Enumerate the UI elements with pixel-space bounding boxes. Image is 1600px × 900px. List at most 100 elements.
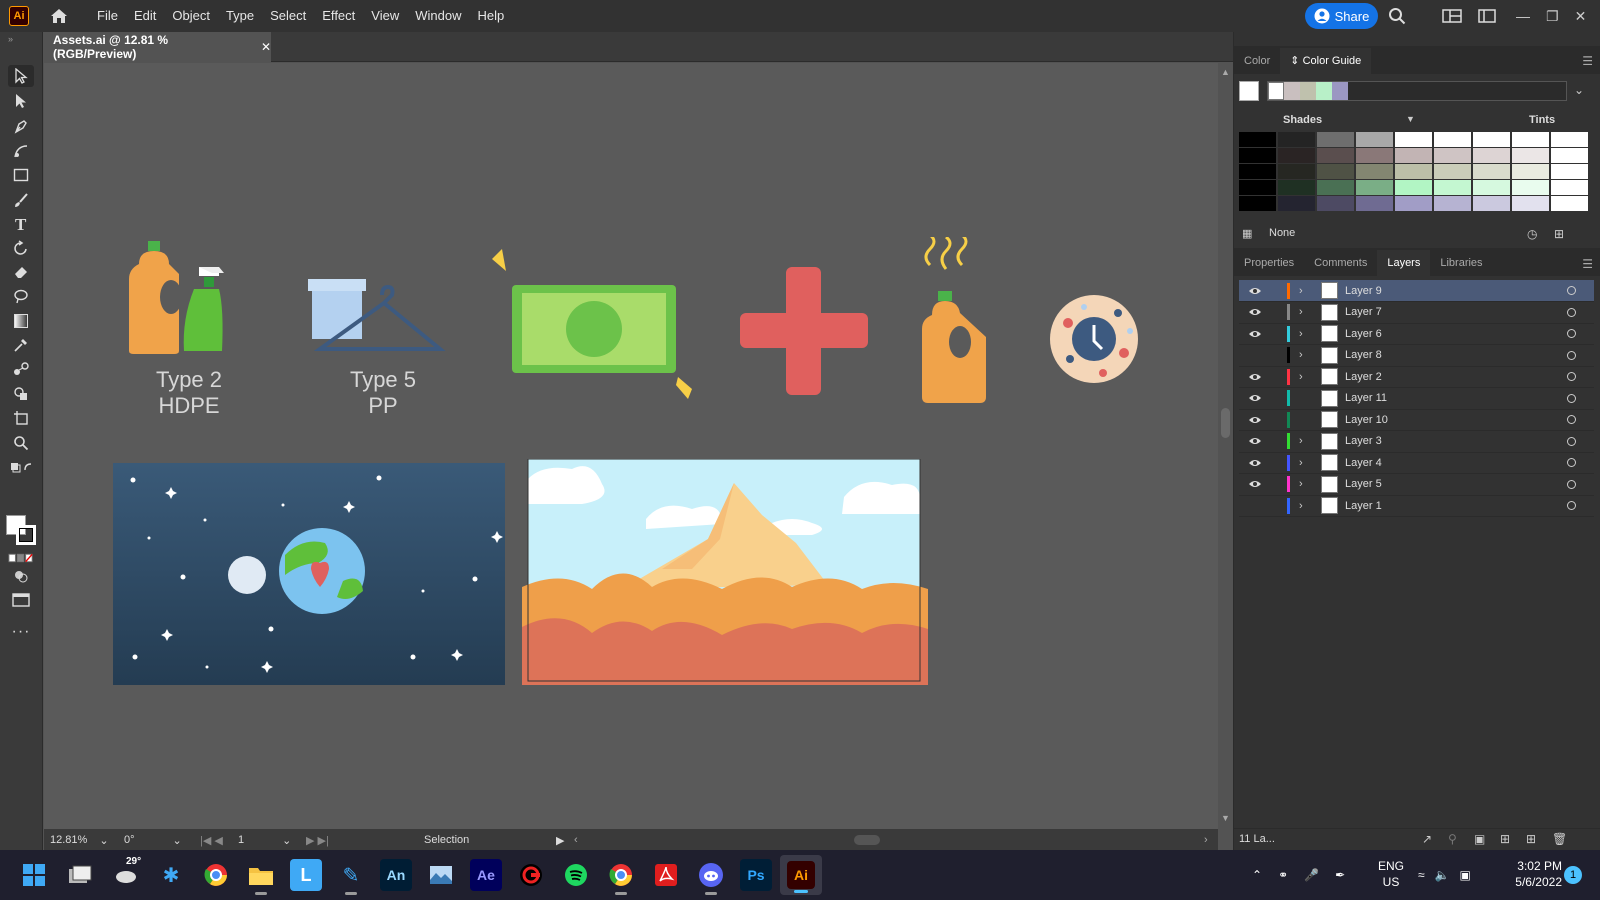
horizontal-scroll-thumb[interactable] [854, 835, 880, 845]
color-guide-swatch[interactable] [1395, 132, 1432, 147]
scroll-thumb[interactable] [1221, 408, 1230, 438]
expand-chevron-icon[interactable]: › [1299, 500, 1303, 512]
rectangle-tool-icon[interactable] [8, 164, 34, 186]
color-guide-swatch[interactable] [1395, 164, 1432, 179]
color-guide-swatch[interactable] [1317, 196, 1354, 211]
color-guide-swatch[interactable] [1317, 180, 1354, 195]
status-icons[interactable]: ≈ 🔈 ▣ [1418, 850, 1471, 900]
eraser-tool-icon[interactable] [8, 261, 34, 283]
color-guide-swatch[interactable] [1434, 196, 1471, 211]
harmony-swatch[interactable] [1332, 82, 1348, 100]
layer-row[interactable]: › Layer 5 [1239, 474, 1594, 496]
harmony-rule-bar[interactable] [1267, 81, 1567, 101]
layer-row[interactable]: Layer 10 [1239, 409, 1594, 431]
color-guide-swatch[interactable] [1551, 180, 1588, 195]
chevron-down-icon[interactable]: ⌄ [99, 834, 108, 847]
container-hanger-artwork[interactable] [308, 279, 458, 359]
status-menu-icon[interactable]: ▶ [556, 832, 564, 848]
headset-icon[interactable]: ⚭ [1278, 868, 1288, 882]
save-swatches-icon[interactable]: ⊞ [1554, 227, 1564, 241]
rotation-field[interactable]: 0° ⌄ [124, 832, 192, 848]
pen-tool-icon[interactable] [8, 115, 34, 137]
layer-row[interactable]: › Layer 1 [1239, 495, 1594, 517]
layer-row[interactable]: › Layer 9 [1239, 280, 1594, 302]
visibility-eye-icon[interactable] [1248, 372, 1262, 382]
color-guide-swatch[interactable] [1473, 148, 1510, 163]
scroll-up-icon[interactable]: ▲ [1221, 67, 1230, 77]
arrange-documents-icon[interactable] [1442, 0, 1462, 32]
vertical-scrollbar[interactable]: ▲ ▼ [1218, 63, 1232, 829]
color-guide-swatch[interactable] [1239, 164, 1276, 179]
harmony-swatch[interactable] [1284, 82, 1300, 100]
color-guide-swatch[interactable] [1395, 148, 1432, 163]
tab-color-guide[interactable]: ⇕ Color Guide [1280, 48, 1372, 74]
chevron-down-icon[interactable]: ⌄ [282, 834, 291, 847]
start-icon[interactable] [18, 859, 50, 891]
color-guide-swatch[interactable] [1512, 148, 1549, 163]
clipping-mask-icon[interactable]: ▣ [1474, 832, 1485, 846]
zoom-tool-icon[interactable] [8, 432, 34, 454]
target-circle-icon[interactable] [1567, 372, 1576, 381]
copilot-icon[interactable]: ✱ [155, 859, 187, 891]
panel-menu-icon[interactable]: ☰ [1582, 54, 1593, 68]
menu-select[interactable]: Select [262, 0, 314, 32]
weather-icon[interactable]: 29° [110, 856, 142, 891]
visibility-eye-icon[interactable] [1248, 436, 1262, 446]
color-guide-swatch[interactable] [1356, 132, 1393, 147]
color-guide-swatch[interactable] [1356, 164, 1393, 179]
color-guide-swatch[interactable] [1317, 132, 1354, 147]
visibility-eye-icon[interactable] [1248, 350, 1262, 360]
after-effects-icon[interactable]: Ae [470, 859, 502, 891]
menu-type[interactable]: Type [218, 0, 262, 32]
color-guide-swatch[interactable] [1512, 164, 1549, 179]
color-guide-swatch[interactable] [1395, 180, 1432, 195]
minimize-icon[interactable]: — [1516, 8, 1530, 24]
visibility-eye-icon[interactable] [1248, 307, 1262, 317]
file-explorer-icon[interactable] [245, 859, 277, 895]
current-tool-label[interactable]: Selection [424, 832, 469, 848]
tab-libraries[interactable]: Libraries [1430, 250, 1492, 276]
color-guide-swatch[interactable] [1551, 196, 1588, 211]
notification-badge[interactable]: 1 [1564, 866, 1582, 884]
target-circle-icon[interactable] [1567, 479, 1576, 489]
new-sublayer-icon[interactable]: ⊞ [1500, 832, 1510, 846]
photos-icon[interactable] [425, 859, 457, 891]
chrome-profile-icon[interactable] [605, 859, 637, 895]
color-guide-swatch[interactable] [1278, 164, 1315, 179]
task-view-icon[interactable] [64, 859, 96, 891]
menu-file[interactable]: File [89, 0, 126, 32]
target-circle-icon[interactable] [1567, 501, 1576, 510]
expand-chevron-icon[interactable]: › [1299, 285, 1303, 297]
smelly-bottle-artwork[interactable] [920, 237, 1010, 409]
export-icon[interactable]: ↗ [1422, 832, 1432, 846]
layer-row[interactable]: › Layer 7 [1239, 302, 1594, 324]
workspace-switcher-icon[interactable] [1478, 0, 1496, 32]
color-guide-swatch[interactable] [1434, 148, 1471, 163]
menu-help[interactable]: Help [469, 0, 512, 32]
illustrator-taskbar-button[interactable]: Ai [780, 855, 822, 895]
l-app-icon[interactable]: L [290, 859, 322, 891]
color-guide-swatch[interactable] [1473, 164, 1510, 179]
color-guide-swatch[interactable] [1278, 196, 1315, 211]
discord-icon[interactable] [695, 859, 727, 895]
chevron-up-icon[interactable]: ⌃ [1252, 868, 1262, 882]
zoom-field[interactable]: 12.81% ⌄ [50, 832, 118, 848]
tab-comments[interactable]: Comments [1304, 250, 1377, 276]
color-guide-swatch[interactable] [1473, 132, 1510, 147]
color-guide-swatch[interactable] [1551, 164, 1588, 179]
collapse-icon[interactable]: » [8, 34, 13, 44]
visibility-eye-icon[interactable] [1248, 329, 1262, 339]
color-guide-swatch[interactable] [1239, 132, 1276, 147]
game-app-icon[interactable] [515, 859, 547, 891]
color-guide-swatch[interactable] [1317, 148, 1354, 163]
acrobat-icon[interactable] [650, 859, 682, 891]
color-guide-swatch[interactable] [1512, 196, 1549, 211]
color-guide-swatch[interactable] [1473, 196, 1510, 211]
clock-artwork[interactable] [1048, 293, 1140, 385]
locate-object-icon[interactable]: ⚲ [1448, 832, 1457, 846]
photoshop-icon[interactable]: Ps [740, 859, 772, 891]
panel-menu-icon[interactable]: ☰ [1582, 257, 1593, 271]
swap-fill-stroke-icon[interactable] [8, 457, 34, 479]
color-guide-swatch[interactable] [1278, 180, 1315, 195]
rotate-tool-icon[interactable] [8, 237, 34, 259]
